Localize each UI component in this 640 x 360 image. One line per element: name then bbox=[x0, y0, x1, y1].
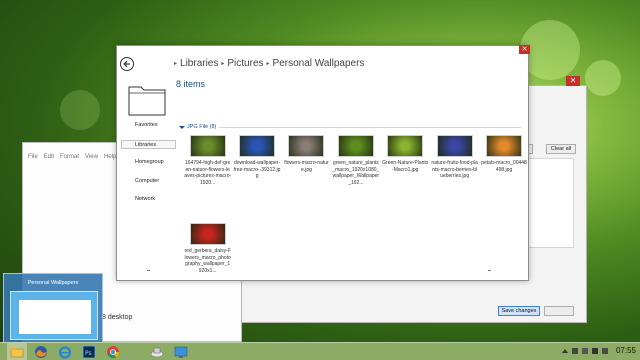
back-button[interactable] bbox=[120, 57, 134, 71]
file-explorer-icon[interactable] bbox=[10, 345, 24, 359]
file-item[interactable]: Green-Nature-Plants-Macro1.jpg bbox=[381, 135, 430, 220]
menu-format[interactable]: Format bbox=[60, 154, 79, 160]
file-grid: 164794-high-def-green-nature-flowers-lea… bbox=[183, 135, 529, 308]
file-item[interactable]: download-wallpaper-free-macro--39312.jpg bbox=[232, 135, 281, 220]
thumbnail-image bbox=[288, 135, 325, 157]
file-name: download-wallpaper-free-macro--39312.jpg bbox=[233, 160, 281, 180]
network-tool-icon[interactable] bbox=[150, 345, 164, 359]
folder-icon bbox=[128, 86, 166, 116]
breadcrumb-personal-wallpapers[interactable]: Personal Wallpapers bbox=[273, 58, 365, 69]
file-name: petals-macro_00448498.jpg bbox=[481, 160, 527, 173]
preview-title: Personal Wallpapers bbox=[27, 280, 79, 286]
wallpaper-bokeh bbox=[585, 60, 621, 96]
item-count: 8 items bbox=[176, 79, 206, 89]
explorer-window[interactable]: ✕ ▸ Libraries ▸ Pictures ▸ Personal Wall… bbox=[116, 45, 530, 281]
svg-text:Ps: Ps bbox=[85, 350, 92, 357]
group-header[interactable]: JPG File (8) bbox=[179, 124, 216, 130]
file-name: 164794-high-def-green-nature-flowers-lea… bbox=[184, 160, 232, 186]
thumbnail-image bbox=[337, 135, 374, 157]
taskbar-preview[interactable]: Personal Wallpapers bbox=[3, 273, 103, 343]
system-tray: 07:55 bbox=[561, 346, 636, 355]
internet-explorer-icon[interactable] bbox=[58, 345, 72, 359]
file-name: flowers-macro-nature.jpg bbox=[284, 160, 329, 173]
wallpaper-bokeh bbox=[60, 90, 100, 130]
remote-desktop-icon[interactable] bbox=[174, 345, 188, 359]
group-header-label: JPG File (8) bbox=[187, 124, 217, 130]
file-name: red_gerbera_daisy-Flowers_macro_photogra… bbox=[184, 248, 231, 274]
clear-all-button[interactable]: Clear all bbox=[546, 144, 576, 154]
back-arrow-icon bbox=[123, 60, 130, 68]
nav-item-libraries[interactable]: Libraries bbox=[121, 139, 176, 149]
desktop-label: 8 desktop bbox=[102, 314, 133, 321]
cancel-button[interactable] bbox=[544, 306, 574, 316]
nav-item-homegroup[interactable]: Homegroup bbox=[121, 158, 176, 167]
scroll-indicator bbox=[488, 270, 491, 271]
settings-close-button[interactable]: ✕ bbox=[566, 76, 580, 86]
menu-file[interactable]: File bbox=[28, 154, 38, 160]
volume-icon[interactable] bbox=[591, 347, 598, 354]
nav-item-network[interactable]: Network bbox=[121, 195, 176, 204]
menu-help[interactable]: Help bbox=[104, 154, 116, 160]
file-item[interactable]: 164794-high-def-green-nature-flowers-lea… bbox=[183, 135, 232, 220]
file-item[interactable]: petals-macro_00448498.jpg bbox=[479, 135, 528, 220]
show-hidden-icons-icon[interactable] bbox=[561, 348, 568, 353]
thumbnail-image bbox=[189, 223, 226, 245]
preview-thumbnail bbox=[10, 291, 98, 340]
nav-item-computer[interactable]: Computer bbox=[121, 177, 176, 186]
thumbnail-image bbox=[486, 135, 523, 157]
scroll-indicator bbox=[147, 270, 150, 271]
group-divider bbox=[219, 127, 521, 128]
thumbnail-image bbox=[189, 135, 226, 157]
file-name: nature-fruits-food-plants-macro-berries-… bbox=[431, 160, 478, 180]
explorer-close-button[interactable]: ✕ bbox=[519, 45, 530, 54]
chevron-right-icon: ▸ bbox=[174, 61, 178, 67]
file-item[interactable]: flowers-macro-nature.jpg bbox=[282, 135, 331, 220]
battery-icon[interactable] bbox=[601, 347, 608, 354]
breadcrumb: ▸ Libraries ▸ Pictures ▸ Personal Wallpa… bbox=[171, 58, 364, 69]
firefox-icon[interactable] bbox=[34, 345, 48, 359]
chrome-icon[interactable] bbox=[106, 345, 120, 359]
file-name: Green-Nature-Plants-Macro1.jpg bbox=[382, 160, 429, 173]
file-item[interactable]: nature-fruits-food-plants-macro-berries-… bbox=[430, 135, 479, 220]
taskbar: Ps 07:55 bbox=[0, 342, 640, 360]
thumbnail-image bbox=[436, 135, 473, 157]
preview-window-image bbox=[19, 300, 91, 334]
chevron-right-icon: ▸ bbox=[266, 61, 270, 67]
menu-edit[interactable]: Edit bbox=[44, 154, 54, 160]
breadcrumb-libraries[interactable]: Libraries bbox=[180, 58, 218, 69]
photoshop-icon[interactable]: Ps bbox=[82, 345, 96, 359]
chevron-right-icon: ▸ bbox=[221, 61, 225, 67]
nav-item-favorites[interactable]: Favorites bbox=[121, 121, 176, 130]
breadcrumb-pictures[interactable]: Pictures bbox=[227, 58, 263, 69]
file-name: green_nature_plants_macro_1920x1080_wall… bbox=[332, 160, 380, 186]
flag-icon[interactable] bbox=[571, 347, 578, 354]
navigation-pane: Favorites Libraries Homegroup Computer N… bbox=[121, 121, 176, 214]
file-item[interactable]: green_nature_plants_macro_1920x1080_wall… bbox=[331, 135, 380, 220]
network-icon[interactable] bbox=[581, 347, 588, 354]
expand-triangle-icon bbox=[179, 125, 185, 129]
thumbnail-image bbox=[387, 135, 424, 157]
clock[interactable]: 07:55 bbox=[616, 346, 636, 355]
thumbnail-image bbox=[239, 135, 276, 157]
menu-view[interactable]: View bbox=[85, 154, 98, 160]
file-item[interactable]: red_gerbera_daisy-Flowers_macro_photogra… bbox=[183, 223, 232, 308]
